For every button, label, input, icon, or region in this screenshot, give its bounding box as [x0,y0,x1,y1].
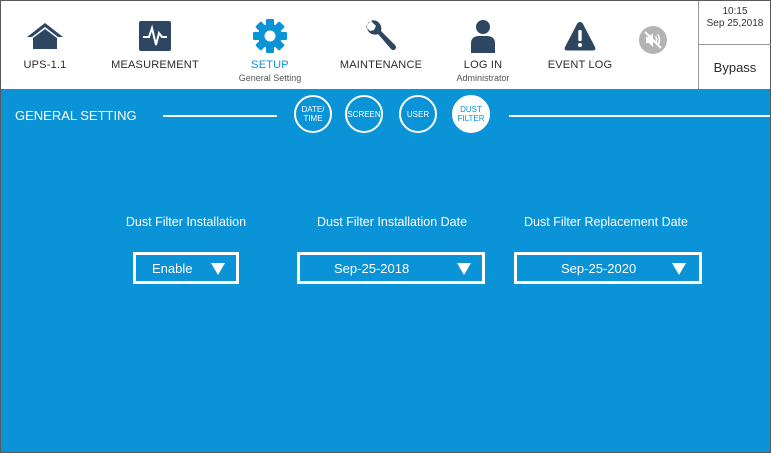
user-icon [471,20,495,53]
dust-filter-replacement-date-select[interactable]: Sep-25-2020 [514,252,702,284]
nav-maintenance[interactable]: MAINTENANCE [331,1,431,89]
select-value: Sep-25-2020 [561,261,637,276]
dust-filter-installation-label: Dust Filter Installation [125,215,247,229]
select-value: Sep-25-2018 [334,261,410,276]
tab-label-line1: DATE/ [301,105,325,114]
status-divider [699,44,771,45]
dust-filter-installation-select[interactable]: Enable [133,252,239,284]
dropdown-arrow-icon [672,263,686,275]
select-value: Enable [152,261,193,276]
dust-filter-replacement-date-label: Dust Filter Replacement Date [524,215,688,229]
mute-icon[interactable] [639,26,667,54]
dust-filter-installation-date-select[interactable]: Sep-25-2018 [297,252,485,284]
nav-label: EVENT LOG [547,59,613,71]
top-nav-bar: UPS-1.1 MEASUREMENT SETUP General Settin… [1,1,771,89]
tab-date-time[interactable]: DATE/TIME [294,95,332,133]
nav-event-log[interactable]: EVENT LOG [536,1,624,89]
gear-icon [253,19,287,53]
app-frame: UPS-1.1 MEASUREMENT SETUP General Settin… [0,0,771,453]
nav-measurement[interactable]: MEASUREMENT [101,1,209,89]
title-line-left [163,115,277,117]
title-line-right [509,115,770,117]
dropdown-arrow-icon [457,263,471,275]
tab-label: SCREEN [347,109,381,119]
nav-setup[interactable]: SETUP General Setting [226,1,314,89]
nav-sublabel: General Setting [238,73,302,83]
nav-log-in[interactable]: LOG IN Administrator [441,1,525,89]
tab-label-line2: TIME [303,114,323,123]
status-panel: 10:15 Sep 25,2018 Bypass [698,1,771,89]
general-setting-panel: GENERAL SETTING DATE/TIME SCREEN USER DU… [1,89,770,452]
tab-label-line1: DUST [460,105,482,114]
home-icon [27,23,63,49]
nav-label: SETUP [251,59,289,71]
tab-label: USER [406,109,430,119]
nav-label: MAINTENANCE [339,59,423,71]
clock: 10:15 Sep 25,2018 [699,6,771,30]
tab-dust-filter[interactable]: DUST FILTER [452,95,490,133]
nav-sublabel: Administrator [456,73,510,83]
dropdown-arrow-icon [211,263,225,275]
wrench-icon [366,20,396,51]
tab-user[interactable]: USER [399,95,437,133]
waveform-icon [139,21,171,51]
nav-label: UPS-1.1 [23,59,67,71]
section-title: GENERAL SETTING [15,108,137,123]
nav-label: MEASUREMENT [111,59,199,71]
warning-icon [564,22,596,51]
dust-filter-installation-date-label: Dust Filter Installation Date [316,215,468,229]
tab-screen[interactable]: SCREEN [345,95,383,133]
nav-label: LOG IN [463,59,503,71]
nav-ups-1-1[interactable]: UPS-1.1 [1,1,89,89]
operating-mode: Bypass [713,60,757,75]
status-time: 10:15 [722,6,748,17]
tab-label-line2: FILTER [457,114,485,123]
status-date: Sep 25,2018 [706,18,764,29]
